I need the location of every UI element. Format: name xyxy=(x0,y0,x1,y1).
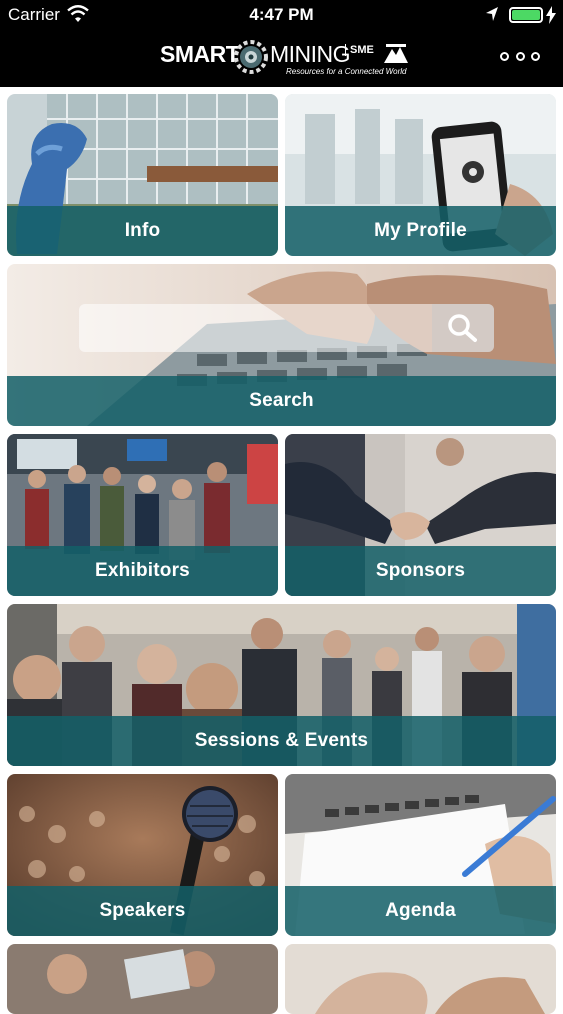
tile-exhibitors-label: Exhibitors xyxy=(95,560,190,581)
tile-search-band: Search xyxy=(7,376,556,426)
tile-sessions-events-band: Sessions & Events xyxy=(7,716,556,766)
dot-icon xyxy=(500,52,509,61)
tile-exhibitors[interactable]: Exhibitors xyxy=(7,434,278,596)
tile-info-band: Info xyxy=(7,206,278,256)
tile-sessions-events-label: Sessions & Events xyxy=(194,730,369,751)
battery-icon xyxy=(509,7,543,23)
status-bar: Carrier 4:47 PM xyxy=(0,0,563,30)
logo-word-smart: SMART xyxy=(160,41,240,67)
tile-partial-left[interactable] xyxy=(7,944,278,1014)
dot-icon xyxy=(515,52,525,61)
tile-partial-right[interactable] xyxy=(285,944,556,1014)
smart-mining-logo: SMART MINING Resources for a Connected W… xyxy=(160,39,410,79)
people-photo xyxy=(7,944,278,1014)
mountain-badge-icon xyxy=(384,44,408,63)
clock: 4:47 PM xyxy=(249,5,314,24)
logo-tagline: Resources for a Connected World xyxy=(286,67,407,76)
tile-agenda-band: Agenda xyxy=(285,886,556,936)
tile-exhibitors-band: Exhibitors xyxy=(7,546,278,596)
gear-logo-icon xyxy=(234,40,268,74)
tile-info-label: Info xyxy=(124,220,161,241)
search-field[interactable] xyxy=(79,304,494,352)
app-header: SMART MINING Resources for a Connected W… xyxy=(0,30,563,87)
tile-info[interactable]: Info xyxy=(7,94,278,256)
location-arrow-icon xyxy=(486,7,498,21)
tile-speakers-label: Speakers xyxy=(99,900,186,921)
tile-sponsors[interactable]: Sponsors xyxy=(285,434,556,596)
tile-sponsors-band: Sponsors xyxy=(285,546,556,596)
tile-agenda[interactable]: Agenda xyxy=(285,774,556,936)
dot-icon xyxy=(531,52,540,61)
tile-sessions-events[interactable]: Sessions & Events xyxy=(7,604,556,766)
charging-bolt-icon xyxy=(546,6,556,24)
tile-agenda-label: Agenda xyxy=(385,900,456,921)
hands-photo xyxy=(285,944,556,1014)
tile-speakers-band: Speakers xyxy=(7,886,278,936)
tile-my-profile-band: My Profile xyxy=(285,206,556,256)
tile-my-profile-label: My Profile xyxy=(374,220,467,241)
tile-speakers[interactable]: Speakers xyxy=(7,774,278,936)
tile-search[interactable]: Search xyxy=(7,264,556,426)
more-menu-button[interactable] xyxy=(500,52,540,64)
tile-search-label: Search xyxy=(249,390,314,411)
search-button[interactable] xyxy=(432,304,494,352)
logo-word-mining: MINING xyxy=(270,41,351,67)
logo-org: SME xyxy=(345,44,374,56)
tile-sponsors-label: Sponsors xyxy=(375,560,466,581)
tile-my-profile[interactable]: My Profile xyxy=(285,94,556,256)
search-icon xyxy=(448,314,477,342)
